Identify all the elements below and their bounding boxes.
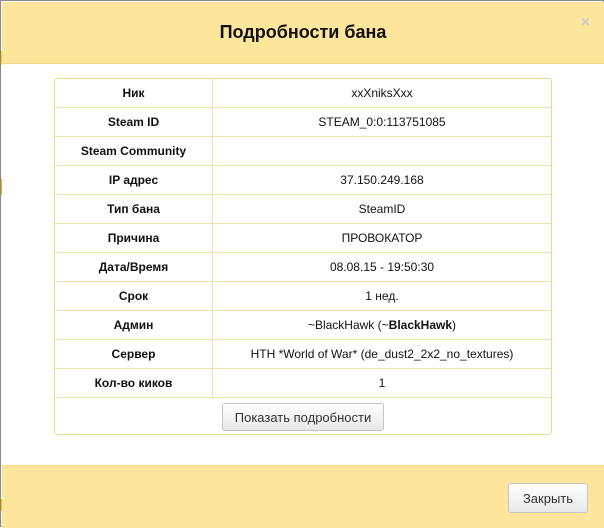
row-value-reason: ПРОВОКАТОР bbox=[341, 231, 423, 245]
ban-details-dialog: Подробности бана × Ник xxXniksXxx Steam … bbox=[0, 0, 604, 528]
show-details-button[interactable]: Показать подробности bbox=[221, 402, 385, 431]
row-value-admin: ~BlackHawk (~ BlackHawk) bbox=[213, 311, 551, 339]
table-row: Steam ID STEAM_0:0:113751085 bbox=[55, 108, 551, 137]
row-value-kicks: 1 bbox=[378, 376, 386, 390]
table-row: IP адрес 37.150.249.168 bbox=[55, 166, 551, 195]
row-value-ban-type: SteamID bbox=[358, 202, 406, 216]
admin-name: ~BlackHawk (~ bbox=[307, 318, 389, 332]
show-more-row: Показать подробности bbox=[55, 398, 551, 435]
row-label-admin: Админ bbox=[55, 311, 213, 339]
table-row: Кол-во киков 1 bbox=[55, 369, 551, 398]
row-value-steam-community bbox=[213, 137, 551, 165]
row-value-datetime: 08.08.15 - 19:50:30 bbox=[329, 260, 435, 274]
close-button[interactable]: Закрыть bbox=[508, 483, 588, 513]
table-row: Тип бана SteamID bbox=[55, 195, 551, 224]
row-label-kicks: Кол-во киков bbox=[55, 369, 213, 397]
row-label-term: Срок bbox=[55, 282, 213, 310]
row-value-term: 1 нед. bbox=[365, 289, 399, 303]
row-value-server: HTH *World of War* (de_dust2_2x2_no_text… bbox=[250, 347, 514, 361]
row-value-steam-id: STEAM_0:0:113751085 bbox=[318, 115, 446, 129]
details-table: Ник xxXniksXxx Steam ID STEAM_0:0:113751… bbox=[54, 78, 552, 435]
row-label-steam-community: Steam Community bbox=[55, 137, 213, 165]
row-label-nick: Ник bbox=[55, 79, 213, 107]
admin-name-bold: BlackHawk bbox=[388, 318, 453, 332]
row-label-reason: Причина bbox=[55, 224, 213, 252]
table-row: Steam Community bbox=[55, 137, 551, 166]
table-row: Срок 1 нед. bbox=[55, 282, 551, 311]
table-row: Админ ~BlackHawk (~ BlackHawk) bbox=[55, 311, 551, 340]
row-label-datetime: Дата/Время bbox=[55, 253, 213, 281]
row-label-steam-id: Steam ID bbox=[55, 108, 213, 136]
table-row: Сервер HTH *World of War* (de_dust2_2x2_… bbox=[55, 340, 551, 369]
row-label-server: Сервер bbox=[55, 340, 213, 368]
row-label-ip: IP адрес bbox=[55, 166, 213, 194]
table-row: Дата/Время 08.08.15 - 19:50:30 bbox=[55, 253, 551, 282]
dialog-header: Подробности бана × bbox=[2, 2, 604, 64]
row-label-ban-type: Тип бана bbox=[55, 195, 213, 223]
row-value-ip: 37.150.249.168 bbox=[340, 173, 424, 187]
table-row: Причина ПРОВОКАТОР bbox=[55, 224, 551, 253]
table-row: Ник xxXniksXxx bbox=[55, 79, 551, 108]
dialog-title: Подробности бана bbox=[219, 22, 387, 42]
close-icon[interactable]: × bbox=[581, 15, 590, 31]
dialog-footer: Закрыть bbox=[2, 465, 604, 528]
admin-name-suffix: ) bbox=[452, 318, 457, 332]
row-value-nick: xxXniksXxx bbox=[351, 86, 413, 100]
